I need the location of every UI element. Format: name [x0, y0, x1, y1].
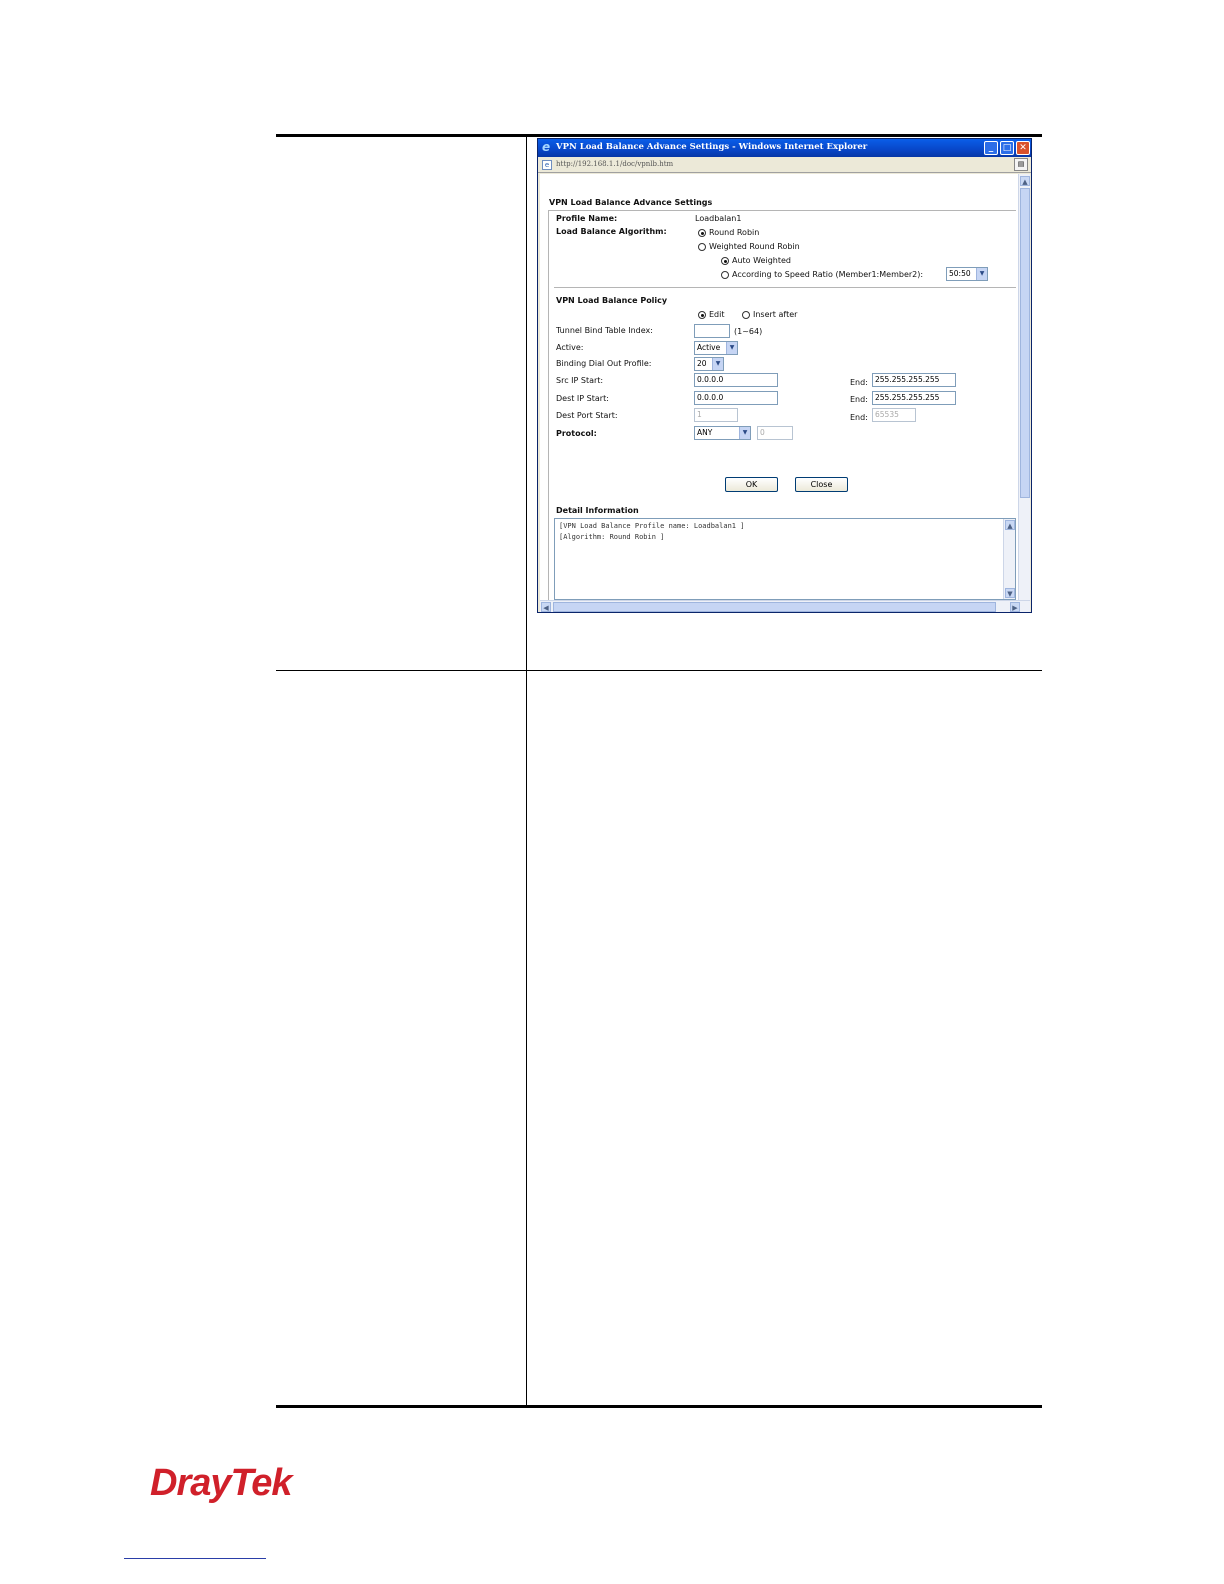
- tunnel-index-range: (1~64): [734, 327, 763, 336]
- footer-underline: [124, 1558, 266, 1559]
- table-bottom-rule: [276, 1405, 1042, 1408]
- active-select[interactable]: Active ▼: [694, 341, 738, 355]
- window-title: VPN Load Balance Advance Settings - Wind…: [556, 142, 868, 152]
- weighted-round-robin-radio[interactable]: [698, 243, 706, 251]
- auto-weighted-radio[interactable]: [721, 257, 729, 265]
- round-robin-radio[interactable]: [698, 229, 706, 237]
- scroll-up-icon[interactable]: ▲: [1020, 176, 1030, 186]
- insert-after-radio[interactable]: [742, 311, 750, 319]
- chevron-down-icon: ▼: [712, 358, 723, 370]
- table-row-divider: [276, 670, 1042, 671]
- protocol-select[interactable]: ANY ▼: [694, 426, 751, 440]
- detail-heading: Detail Information: [556, 506, 639, 515]
- auto-weighted-label: Auto Weighted: [732, 256, 791, 265]
- detail-textarea[interactable]: [VPN Load Balance Profile name: Loadbala…: [554, 518, 1016, 600]
- heading-divider: [548, 210, 1016, 211]
- chevron-down-icon: ▼: [976, 268, 987, 280]
- protocol-number-input[interactable]: 0: [757, 426, 793, 440]
- window-horizontal-scrollbar[interactable]: ◀ ▶: [540, 600, 1030, 612]
- dest-port-label: Dest Port Start:: [556, 411, 618, 420]
- detail-line: [Algorithm: Round Robin ]: [559, 533, 665, 541]
- maximize-button[interactable]: □: [1000, 141, 1014, 155]
- close-window-button[interactable]: ✕: [1016, 141, 1030, 155]
- weighted-round-robin-label: Weighted Round Robin: [709, 242, 800, 251]
- form-left-border: [548, 210, 549, 600]
- minimize-button[interactable]: _: [984, 141, 998, 155]
- insert-after-label: Insert after: [753, 310, 798, 319]
- page-tool-icon[interactable]: ▤: [1014, 158, 1028, 171]
- protocol-value: ANY: [697, 428, 713, 437]
- tunnel-index-label: Tunnel Bind Table Index:: [556, 326, 653, 335]
- binding-value: 20: [697, 359, 707, 368]
- src-ip-end-label: End:: [850, 378, 868, 387]
- scroll-right-icon[interactable]: ▶: [1010, 602, 1020, 612]
- algorithm-label: Load Balance Algorithm:: [556, 227, 667, 236]
- page-icon: e: [542, 160, 552, 170]
- window-vertical-scrollbar[interactable]: ▲: [1018, 174, 1030, 600]
- dest-port-end-input[interactable]: 65535: [872, 408, 916, 422]
- detail-line: [VPN Load Balance Profile name: Loadbala…: [559, 522, 745, 530]
- speed-ratio-select[interactable]: 50:50 ▼: [946, 267, 988, 281]
- scroll-thumb[interactable]: [1020, 188, 1030, 498]
- profile-name-value: Loadbalan1: [695, 214, 742, 223]
- src-ip-start-input[interactable]: 0.0.0.0: [694, 373, 778, 387]
- edit-label: Edit: [709, 310, 725, 319]
- scroll-up-icon[interactable]: ▲: [1005, 520, 1015, 530]
- speed-ratio-value: 50:50: [949, 269, 971, 278]
- vpn-load-balance-window: e VPN Load Balance Advance Settings - Wi…: [537, 138, 1032, 613]
- tunnel-index-input[interactable]: [694, 324, 730, 338]
- detail-scrollbar[interactable]: ▲ ▼: [1003, 519, 1015, 599]
- draytek-logo: DrayTek: [150, 1462, 293, 1504]
- form-heading: VPN Load Balance Advance Settings: [549, 198, 713, 207]
- dest-ip-end-label: End:: [850, 395, 868, 404]
- profile-name-label: Profile Name:: [556, 214, 618, 223]
- protocol-label: Protocol:: [556, 429, 597, 438]
- dest-ip-end-input[interactable]: 255.255.255.255: [872, 391, 956, 405]
- speed-ratio-label: According to Speed Ratio (Member1:Member…: [732, 270, 924, 279]
- page-content: VPN Load Balance Advance Settings Profil…: [540, 174, 1018, 600]
- chevron-down-icon: ▼: [739, 427, 750, 439]
- table-top-rule: [276, 134, 1042, 137]
- address-bar: e http://192.168.1.1/doc/vpnlb.htm ▤: [538, 157, 1031, 173]
- dest-port-end-label: End:: [850, 413, 868, 422]
- chevron-down-icon: ▼: [726, 342, 737, 354]
- dest-port-start-input[interactable]: 1: [694, 408, 738, 422]
- policy-heading: VPN Load Balance Policy: [556, 296, 668, 305]
- policy-divider: [554, 287, 1016, 288]
- window-titlebar[interactable]: e VPN Load Balance Advance Settings - Wi…: [538, 139, 1031, 157]
- scroll-left-icon[interactable]: ◀: [541, 602, 551, 612]
- binding-label: Binding Dial Out Profile:: [556, 359, 652, 368]
- binding-select[interactable]: 20 ▼: [694, 357, 724, 371]
- src-ip-label: Src IP Start:: [556, 376, 604, 385]
- active-value: Active: [697, 343, 721, 352]
- speed-ratio-radio[interactable]: [721, 271, 729, 279]
- round-robin-label: Round Robin: [709, 228, 760, 237]
- scroll-thumb[interactable]: [553, 602, 996, 612]
- internet-explorer-icon: e: [542, 140, 551, 154]
- close-button[interactable]: Close: [795, 477, 848, 492]
- table-column-divider: [526, 134, 527, 1408]
- ok-button[interactable]: OK: [725, 477, 778, 492]
- edit-radio[interactable]: [698, 311, 706, 319]
- address-url[interactable]: http://192.168.1.1/doc/vpnlb.htm: [556, 160, 673, 168]
- src-ip-end-input[interactable]: 255.255.255.255: [872, 373, 956, 387]
- dest-ip-label: Dest IP Start:: [556, 394, 609, 403]
- scroll-down-icon[interactable]: ▼: [1005, 588, 1015, 598]
- dest-ip-start-input[interactable]: 0.0.0.0: [694, 391, 778, 405]
- active-label: Active:: [556, 343, 584, 352]
